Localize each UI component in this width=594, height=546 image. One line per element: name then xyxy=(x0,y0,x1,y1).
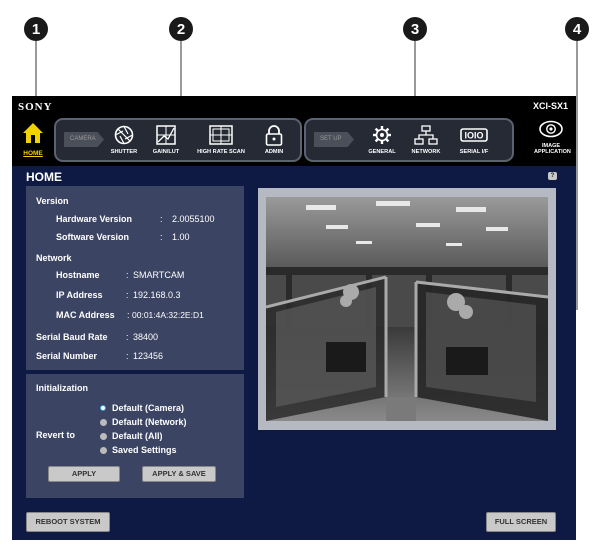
hardware-version-label: Hardware Version xyxy=(56,214,133,224)
software-version-value: 1.00 xyxy=(172,232,190,242)
brand-logo: SONY xyxy=(18,101,53,113)
hostname-sep: : xyxy=(126,270,129,280)
radio-default-all[interactable] xyxy=(100,433,107,440)
live-preview[interactable] xyxy=(258,188,556,430)
office-scene-image xyxy=(266,197,548,421)
serial-number-value: 123456 xyxy=(133,351,164,361)
gain-lut-button[interactable]: GAIN/LUT xyxy=(146,124,186,155)
option-default-camera[interactable]: Default (Camera) xyxy=(112,403,184,413)
radio-saved-settings[interactable] xyxy=(100,447,107,454)
gain-lut-icon xyxy=(156,125,176,145)
admin-button[interactable]: ADMIN xyxy=(256,124,292,155)
serial-number-label: Serial Number xyxy=(36,351,98,361)
hostname-value: SMARTCAM xyxy=(133,270,185,280)
apply-button[interactable]: APPLY xyxy=(48,466,120,482)
image-application-icon xyxy=(539,120,563,138)
callout-4: 4 xyxy=(565,17,589,41)
shutter-button[interactable]: SHUTTER xyxy=(104,124,144,155)
serial-interface-icon: IOIO xyxy=(460,128,488,142)
setup-group-tag: SET UP xyxy=(314,132,354,147)
info-panel: Version Hardware Version : 2.0055100 Sof… xyxy=(26,186,244,370)
network-heading: Network xyxy=(36,253,72,263)
radio-default-network[interactable] xyxy=(100,419,107,426)
ip-address-sep: : xyxy=(126,290,129,300)
serial-interface-label: SERIAL I/F xyxy=(459,149,489,155)
hostname-label: Hostname xyxy=(56,270,100,280)
callout-2: 2 xyxy=(169,17,193,41)
ip-address-label: IP Address xyxy=(56,290,103,300)
high-rate-scan-label: HIGH RATE SCAN xyxy=(197,149,245,155)
callout-line-4a xyxy=(576,41,578,309)
model-name: XCI-SX1 xyxy=(532,101,568,111)
option-default-all[interactable]: Default (All) xyxy=(112,431,163,441)
general-button[interactable]: GENERAL xyxy=(362,124,402,155)
page-title: HOME xyxy=(26,170,62,184)
admin-label: ADMIN xyxy=(264,149,284,155)
toolbar: SONY XCI-SX1 HOME CAMERA SHUTTER GAIN/LU… xyxy=(12,96,576,166)
gain-lut-label: GAIN/LUT xyxy=(152,149,180,155)
option-saved-settings[interactable]: Saved Settings xyxy=(112,445,177,455)
network-button[interactable]: NETWORK xyxy=(406,124,446,155)
revert-to-label: Revert to xyxy=(36,430,76,440)
help-icon[interactable]: ? xyxy=(548,172,557,180)
image-application-button[interactable]: IMAGE APPLICATION xyxy=(534,120,571,155)
camera-group: CAMERA SHUTTER GAIN/LUT HIGH RATE SCAN A… xyxy=(54,118,302,162)
shutter-icon xyxy=(114,125,134,145)
setup-group: SET UP GENERAL NETWORK IOIO SERIAL I/F xyxy=(304,118,514,162)
app-window: SONY XCI-SX1 HOME CAMERA SHUTTER GAIN/LU… xyxy=(12,96,576,540)
option-default-network[interactable]: Default (Network) xyxy=(112,417,187,427)
home-icon xyxy=(23,123,43,143)
initialization-heading: Initialization xyxy=(36,383,89,393)
ip-address-value: 192.168.0.3 xyxy=(133,290,181,300)
camera-group-tag: CAMERA xyxy=(64,132,104,147)
mac-address-sep: : xyxy=(127,310,130,320)
home-label: HOME xyxy=(23,150,43,157)
general-label: GENERAL xyxy=(368,149,396,155)
hardware-version-sep: : xyxy=(160,214,163,224)
serial-interface-button[interactable]: IOIO SERIAL I/F xyxy=(452,124,496,155)
serial-baud-rate-value: 38400 xyxy=(133,332,159,342)
network-label: NETWORK xyxy=(411,149,441,155)
radio-default-camera[interactable] xyxy=(100,405,106,411)
camera-image xyxy=(266,197,548,421)
network-icon xyxy=(414,125,438,145)
high-rate-scan-button[interactable]: HIGH RATE SCAN xyxy=(188,124,254,155)
full-screen-button[interactable]: FULL SCREEN xyxy=(486,512,556,532)
callout-1: 1 xyxy=(24,17,48,41)
mac-address-label: MAC Address xyxy=(56,310,115,320)
apply-and-save-button[interactable]: APPLY & SAVE xyxy=(142,466,216,482)
software-version-sep: : xyxy=(160,232,163,242)
version-heading: Version xyxy=(36,196,69,206)
high-rate-scan-icon xyxy=(209,125,233,145)
general-gear-icon xyxy=(373,126,391,144)
home-button[interactable]: HOME xyxy=(20,122,46,162)
reboot-system-button[interactable]: REBOOT SYSTEM xyxy=(26,512,110,532)
serial-number-sep: : xyxy=(126,351,129,361)
callout-3: 3 xyxy=(403,17,427,41)
mac-address-value: 00:01:4A:32:2E:D1 xyxy=(132,310,204,320)
serial-baud-rate-sep: : xyxy=(126,332,129,342)
hardware-version-value: 2.0055100 xyxy=(172,214,215,224)
svg-text:IOIO: IOIO xyxy=(464,131,483,141)
image-application-label-2: APPLICATION xyxy=(534,149,571,155)
initialization-panel: Initialization Revert to Default (Camera… xyxy=(26,374,244,498)
software-version-label: Software Version xyxy=(56,232,130,242)
serial-baud-rate-label: Serial Baud Rate xyxy=(36,332,108,342)
admin-lock-icon xyxy=(265,124,283,146)
shutter-label: SHUTTER xyxy=(110,149,138,155)
